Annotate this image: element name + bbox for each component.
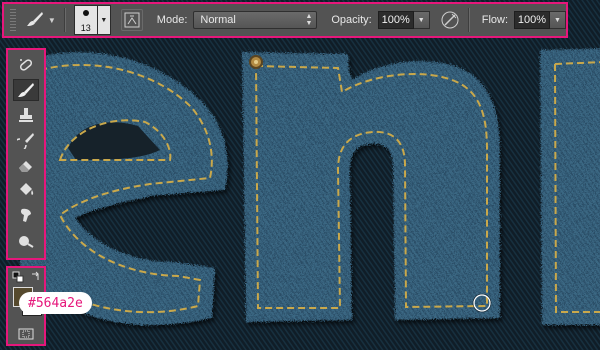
brush-thumbnail[interactable]: 13	[73, 5, 98, 35]
swap-colors-icon[interactable]	[30, 270, 42, 282]
smudge-tool[interactable]	[13, 204, 39, 226]
brush-panel-toggle-button[interactable]	[120, 9, 143, 31]
flow-field[interactable]: 100% ▼	[514, 11, 566, 29]
dodge-icon	[19, 236, 34, 248]
opacity-input[interactable]: 100%	[377, 11, 414, 29]
brush-tool[interactable]	[13, 79, 39, 101]
chevron-down-icon: ▼	[47, 15, 56, 25]
brush-panel-toggle-icon	[124, 12, 140, 28]
flow-input[interactable]: 100%	[514, 11, 550, 29]
spot-healing-brush-tool[interactable]	[13, 54, 39, 76]
paint-bucket-icon	[20, 183, 34, 195]
chevron-down-icon: ▼	[417, 16, 425, 24]
pressure-for-opacity-icon	[441, 11, 459, 29]
spot-healing-brush-icon	[19, 59, 33, 71]
history-brush-tool[interactable]	[13, 129, 39, 151]
brush-size-value: 13	[80, 23, 91, 33]
brush-icon	[18, 83, 34, 97]
mode-label: Mode:	[156, 14, 188, 26]
opacity-slider-button[interactable]: ▼	[413, 11, 430, 29]
flow-label: Flow:	[481, 14, 508, 26]
options-bar-grip[interactable]	[10, 9, 16, 31]
clone-stamp-icon	[19, 108, 33, 122]
pressure-opacity-button[interactable]	[440, 10, 460, 30]
opacity-label: Opacity:	[331, 14, 372, 26]
eraser-tool[interactable]	[13, 154, 39, 176]
select-arrows-icon: ▲ ▼	[305, 13, 313, 27]
dodge-tool[interactable]	[13, 229, 39, 251]
options-bar: ▼ 13 ▼ Mode: Normal ▲ ▼ Opacity: 100% ▼ F…	[2, 2, 568, 38]
brush-preset-picker[interactable]: 13 ▼	[73, 5, 111, 35]
chevron-down-icon: ▼	[100, 16, 108, 24]
blend-mode-select[interactable]: Normal ▲ ▼	[193, 11, 318, 29]
history-brush-icon	[17, 133, 34, 149]
brush-icon	[26, 10, 44, 31]
divider	[63, 8, 66, 32]
opacity-field[interactable]: 100% ▼	[377, 11, 430, 29]
blend-mode-value: Normal	[200, 14, 236, 26]
foreground-hex-callout: #564a2e	[19, 292, 92, 314]
flow-slider-button[interactable]: ▼	[550, 11, 566, 29]
denim-letter-partial	[540, 48, 600, 325]
smudge-icon	[20, 208, 31, 222]
quick-mask-icon[interactable]	[18, 328, 34, 340]
brush-picker-dropdown[interactable]: ▼	[97, 5, 111, 35]
eraser-icon	[19, 161, 32, 172]
tool-preset-picker[interactable]: ▼	[26, 10, 56, 31]
toolbox	[6, 48, 46, 260]
divider	[467, 8, 470, 32]
brush-tip-icon	[82, 10, 89, 16]
paint-bucket-tool[interactable]	[13, 179, 39, 201]
clone-stamp-tool[interactable]	[13, 104, 39, 126]
default-colors-icon[interactable]	[12, 271, 24, 283]
chevron-down-icon: ▼	[554, 16, 561, 24]
